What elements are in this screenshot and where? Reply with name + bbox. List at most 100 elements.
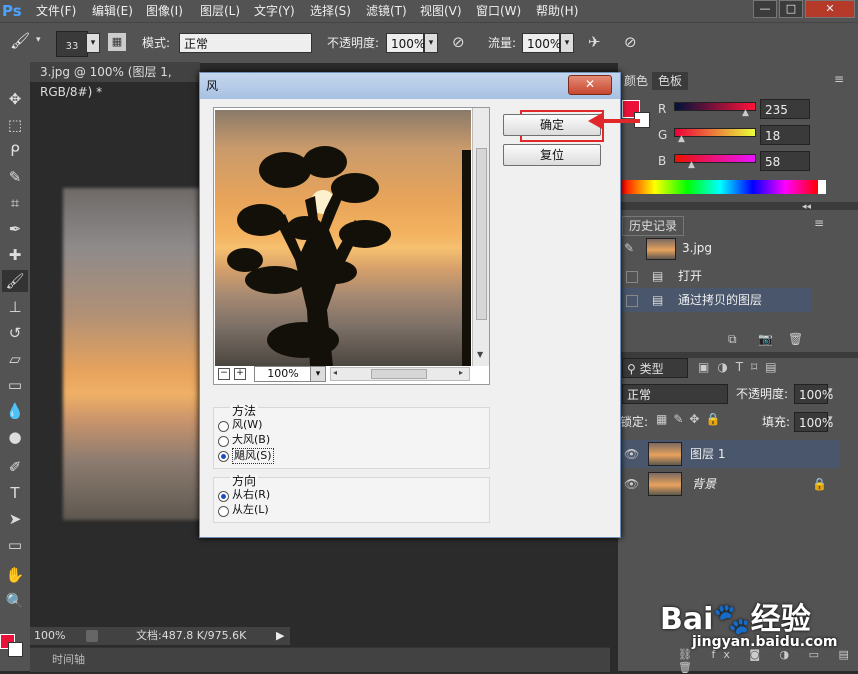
layer-filter-select[interactable]: ⚲ 类型 xyxy=(622,358,688,378)
layer-bottom-icons[interactable]: ⛓ fx ◙ ◑ ▭ ▤ 🗑 xyxy=(678,648,858,674)
chevron-down-icon[interactable]: ▾ xyxy=(828,414,833,424)
canvas-image[interactable] xyxy=(63,188,203,520)
collapse-icon[interactable]: ◂◂ xyxy=(802,202,811,212)
method-stagger-label[interactable]: 飓风(S) xyxy=(232,448,274,464)
layer-row[interactable]: 👁 背景 🔒 xyxy=(618,470,840,498)
path-select-tool-icon[interactable]: ➤ xyxy=(2,508,28,530)
r-value-input[interactable]: 235 xyxy=(760,99,810,119)
reset-button[interactable]: 复位 xyxy=(503,144,601,166)
method-blast-label[interactable]: 大风(B) xyxy=(232,433,270,447)
status-menu-icon[interactable] xyxy=(86,630,98,642)
zoom-dropdown-icon[interactable]: ▾ xyxy=(310,366,326,382)
g-slider-handle-icon[interactable]: ▲ xyxy=(678,134,685,144)
gradient-tool-icon[interactable]: ▭ xyxy=(2,374,28,396)
menu-help[interactable]: 帮助(H) xyxy=(536,0,578,22)
brush-size-preview[interactable]: 33 xyxy=(56,31,88,57)
pressure-size-icon[interactable]: ⊘ xyxy=(624,33,637,51)
eyedropper-tool-icon[interactable]: ✒ xyxy=(2,218,28,240)
new-document-from-state-icon[interactable]: ⧉ xyxy=(728,332,737,347)
history-menu-icon[interactable]: ≡ xyxy=(814,216,824,230)
tab-swatches[interactable]: 色板 xyxy=(652,72,689,90)
blur-tool-icon[interactable]: 💧 xyxy=(2,400,28,422)
blend-mode-select[interactable]: 正常 xyxy=(622,384,728,404)
tab-history[interactable]: 历史记录 xyxy=(622,216,685,236)
history-checkbox[interactable] xyxy=(626,295,638,307)
menu-select[interactable]: 选择(S) xyxy=(310,0,351,22)
preview-image[interactable] xyxy=(215,110,471,366)
opacity-input[interactable]: 100% xyxy=(386,33,425,53)
dodge-tool-icon[interactable]: ● xyxy=(2,426,28,448)
lock-icons[interactable]: ▦✎✥🔒 xyxy=(656,412,726,426)
trash-icon[interactable]: 🗑 xyxy=(788,332,803,346)
preview-zoom-field[interactable]: 100% xyxy=(254,366,312,382)
color-spectrum-bar[interactable] xyxy=(622,180,818,194)
panel-menu-icon[interactable]: ≡ xyxy=(834,72,844,86)
eraser-tool-icon[interactable]: ▱ xyxy=(2,348,28,370)
history-item[interactable]: ▤ 通过拷贝的图层 xyxy=(622,288,812,312)
preview-vertical-scrollbar[interactable]: ▼ xyxy=(472,108,489,366)
chevron-down-icon[interactable]: ▾ xyxy=(828,386,833,396)
flow-input[interactable]: 100% xyxy=(522,33,561,53)
history-checkbox[interactable] xyxy=(626,271,638,283)
history-brush-source-icon[interactable]: ✎ xyxy=(624,236,634,260)
brush-picker-dropdown[interactable]: ▾ xyxy=(86,33,100,53)
eye-icon[interactable]: 👁 xyxy=(624,470,639,498)
layer-name[interactable]: 图层 1 xyxy=(690,440,725,468)
menu-type[interactable]: 文字(Y) xyxy=(254,0,295,22)
method-wind-radio[interactable] xyxy=(218,421,229,432)
scroll-thumb[interactable] xyxy=(371,369,427,379)
document-tab[interactable]: 3.jpg @ 100% (图层 1, RGB/8#) * xyxy=(30,62,200,99)
spectrum-white-swatch[interactable] xyxy=(818,180,826,194)
menu-window[interactable]: 窗口(W) xyxy=(476,0,521,22)
method-blast-radio[interactable] xyxy=(218,436,229,447)
move-tool-icon[interactable]: ✥ xyxy=(2,88,28,110)
camera-icon[interactable]: 📷 xyxy=(758,332,773,346)
history-brush-tool-icon[interactable]: ↺ xyxy=(2,322,28,344)
healing-tool-icon[interactable]: ✚ xyxy=(2,244,28,266)
mode-select[interactable]: 正常 xyxy=(179,33,312,53)
maximize-icon[interactable]: □ xyxy=(779,0,803,18)
layer-filter-icons[interactable]: ▣◑T⌑▤ xyxy=(698,360,785,374)
zoom-out-icon[interactable]: − xyxy=(218,368,230,380)
menu-filter[interactable]: 滤镜(T) xyxy=(366,0,407,22)
menu-layer[interactable]: 图层(L) xyxy=(200,0,240,22)
scroll-down-icon[interactable]: ▼ xyxy=(477,350,483,359)
layer-name[interactable]: 背景 xyxy=(692,470,716,498)
scroll-left-icon[interactable]: ◂ xyxy=(333,368,337,377)
airbrush-icon[interactable]: ✈ xyxy=(588,33,601,51)
quick-select-tool-icon[interactable]: ✎ xyxy=(2,166,28,188)
method-wind-label[interactable]: 风(W) xyxy=(232,418,262,432)
direction-right-label[interactable]: 从右(R) xyxy=(232,488,270,502)
zoom-level[interactable]: 100% xyxy=(34,627,65,645)
hand-tool-icon[interactable]: ✋ xyxy=(2,564,28,586)
r-slider-handle-icon[interactable]: ▲ xyxy=(742,108,749,118)
close-icon[interactable]: ✕ xyxy=(805,0,855,18)
layer-opacity-input[interactable]: 100% xyxy=(794,384,833,404)
opacity-dropdown[interactable]: ▾ xyxy=(424,33,438,53)
menu-file[interactable]: 文件(F) xyxy=(36,0,76,22)
minimize-icon[interactable]: — xyxy=(753,0,777,18)
background-color-swatch[interactable] xyxy=(8,642,23,657)
direction-left-label[interactable]: 从左(L) xyxy=(232,503,269,517)
b-slider[interactable] xyxy=(674,154,756,163)
pressure-opacity-icon[interactable]: ⊘ xyxy=(452,33,465,51)
status-arrow-icon[interactable]: ▶ xyxy=(276,627,284,645)
brush-tool-icon[interactable]: 🖌 xyxy=(10,31,30,50)
direction-right-radio[interactable] xyxy=(218,491,229,502)
tab-color[interactable]: 颜色 xyxy=(618,72,655,90)
direction-left-radio[interactable] xyxy=(218,506,229,517)
history-item[interactable]: ▤ 打开 xyxy=(622,264,812,288)
method-stagger-radio[interactable] xyxy=(218,451,229,462)
g-value-input[interactable]: 18 xyxy=(760,125,810,145)
eye-icon[interactable]: 👁 xyxy=(624,440,639,468)
b-value-input[interactable]: 58 xyxy=(760,151,810,171)
brush-panel-icon[interactable]: ▦ xyxy=(108,33,126,51)
type-tool-icon[interactable]: T xyxy=(2,482,28,504)
dialog-close-button[interactable]: ✕ xyxy=(568,75,612,95)
scroll-thumb[interactable] xyxy=(476,148,487,320)
flow-dropdown[interactable]: ▾ xyxy=(560,33,574,53)
menu-view[interactable]: 视图(V) xyxy=(420,0,462,22)
stamp-tool-icon[interactable]: ⊥ xyxy=(2,296,28,318)
menu-edit[interactable]: 编辑(E) xyxy=(92,0,133,22)
shape-tool-icon[interactable]: ▭ xyxy=(2,534,28,556)
